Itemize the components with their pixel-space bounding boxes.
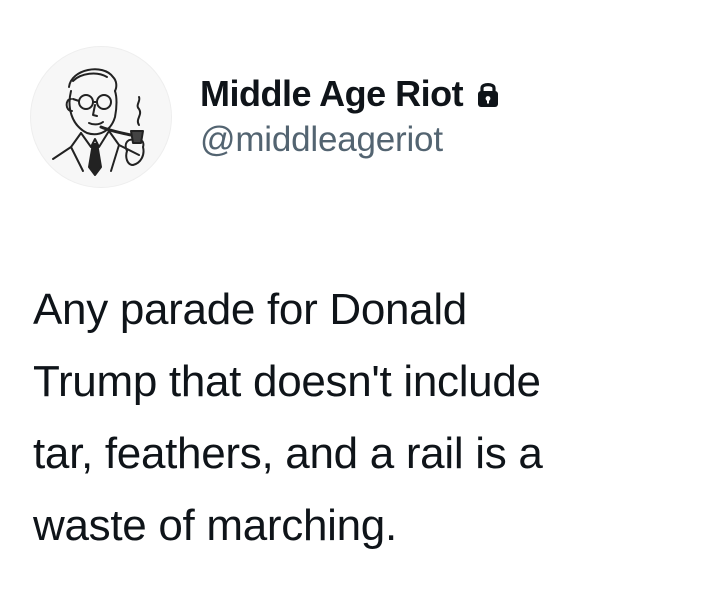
tweet-text: Any parade for Donald Trump that doesn't… [33, 285, 543, 550]
avatar[interactable] [30, 46, 172, 188]
display-name[interactable]: Middle Age Riot [200, 73, 464, 114]
retro-man-with-pipe-icon [52, 68, 145, 176]
lock-icon [475, 79, 501, 109]
user-handle[interactable]: @middleageriot [200, 119, 501, 161]
tweet-card: Middle Age Riot @middleageriot Any parad… [0, 0, 707, 600]
name-row: Middle Age Riot [200, 73, 501, 114]
tweet-header: Middle Age Riot @middleageriot [30, 46, 501, 188]
author-identity: Middle Age Riot @middleageriot [200, 73, 501, 160]
